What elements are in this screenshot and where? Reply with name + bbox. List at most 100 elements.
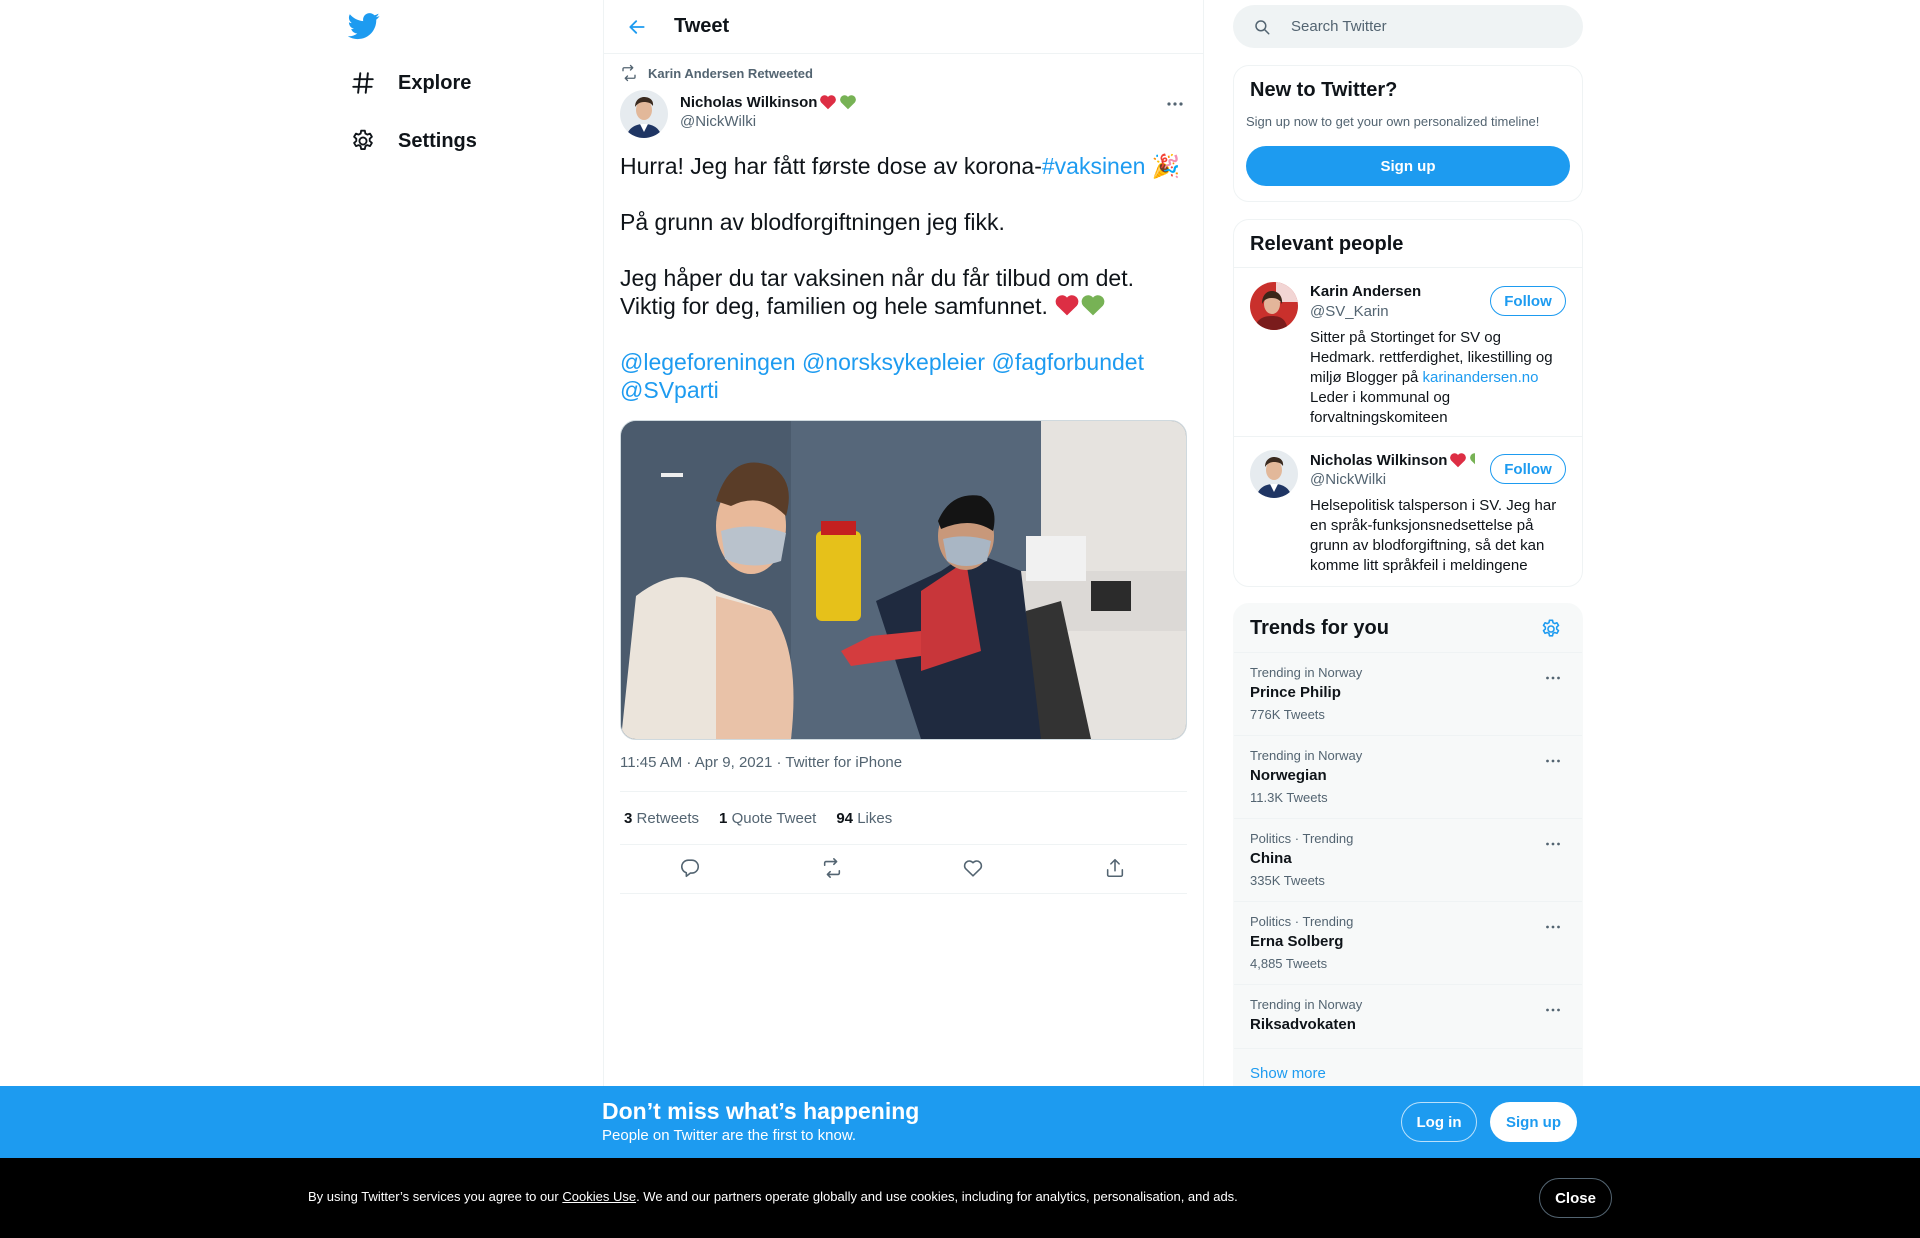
author-name-text: Nicholas Wilkinson: [680, 93, 818, 111]
person-bio: Helsepolitisk talsperson i SV. Jeg har e…: [1310, 497, 1557, 574]
heart-icon: [962, 857, 986, 879]
twitter-logo-icon[interactable]: [348, 10, 380, 42]
likes-label: Likes: [857, 809, 893, 827]
retweet-button[interactable]: [821, 857, 845, 881]
retweets-stat[interactable]: 3 Retweets: [624, 810, 699, 827]
share-button[interactable]: [1104, 857, 1128, 881]
divider: [1234, 436, 1582, 437]
trend-item[interactable]: Politics · Trending China 335K Tweets: [1234, 818, 1582, 901]
trend-item[interactable]: Trending in Norway Norwegian 11.3K Tweet…: [1234, 735, 1582, 818]
trend-count: 4,885 Tweets: [1250, 956, 1328, 971]
tweet-actions: [620, 845, 1187, 894]
tweet-photo[interactable]: [620, 420, 1187, 740]
tweet-header: Tweet: [604, 0, 1203, 54]
log-in-button[interactable]: Log in: [1401, 1102, 1477, 1142]
party-popper-emoji: 🎉: [1151, 153, 1181, 179]
nav-explore[interactable]: Explore: [350, 63, 471, 103]
ellipsis-icon: [1542, 916, 1564, 938]
banner-subtitle: People on Twitter are the first to know.: [602, 1127, 857, 1144]
hashtag-link[interactable]: #vaksinen: [1042, 153, 1146, 179]
ellipsis-icon: [1163, 92, 1187, 116]
ellipsis-icon: [1542, 667, 1564, 689]
trend-count: 335K Tweets: [1250, 873, 1325, 888]
new-to-twitter-subtitle: Sign up now to get your own personalized…: [1246, 114, 1540, 129]
mention-link[interactable]: @fagforbundet: [991, 349, 1144, 375]
likes-count: 94: [836, 809, 854, 827]
tweet-line-3-4: Jeg håper du tar vaksinen når du får til…: [620, 264, 1187, 320]
trend-more-button[interactable]: [1542, 667, 1564, 689]
nav-explore-label: Explore: [398, 71, 472, 94]
red-heart-icon: [819, 93, 837, 111]
trend-item[interactable]: Trending in Norway Prince Philip 776K Tw…: [1234, 652, 1582, 735]
avatar[interactable]: [1250, 282, 1298, 330]
trend-item[interactable]: Politics · Trending Erna Solberg 4,885 T…: [1234, 901, 1582, 984]
green-heart-icon: [839, 93, 857, 111]
sign-up-button[interactable]: Sign up: [1246, 146, 1570, 186]
search-input[interactable]: [1289, 17, 1563, 36]
author-handle[interactable]: @NickWilki: [680, 113, 756, 130]
trend-name: Prince Philip: [1250, 684, 1341, 701]
tweet-stats: 3 Retweets 1 Quote Tweet 94 Likes: [620, 791, 1187, 845]
trend-name: Erna Solberg: [1250, 933, 1344, 950]
like-button[interactable]: [962, 857, 986, 881]
red-heart-icon: [1449, 451, 1467, 469]
close-button[interactable]: Close: [1539, 1178, 1612, 1218]
search-box[interactable]: [1233, 5, 1583, 48]
trend-more-button[interactable]: [1542, 833, 1564, 855]
retweeted-by-label: Karin Andersen Retweeted: [648, 65, 813, 81]
follow-button[interactable]: Follow: [1490, 454, 1566, 484]
nav-settings[interactable]: Settings: [350, 121, 477, 161]
cookie-text-post: . We and our partners operate globally a…: [636, 1189, 1238, 1204]
trends-settings-button[interactable]: [1540, 618, 1562, 640]
show-more-link[interactable]: Show more: [1250, 1065, 1326, 1082]
ellipsis-icon: [1542, 750, 1564, 772]
avatar[interactable]: [1250, 450, 1298, 498]
new-to-twitter-title: New to Twitter?: [1250, 79, 1398, 101]
arrow-left-icon: [627, 17, 647, 37]
nav-settings-label: Settings: [398, 129, 477, 152]
avatar[interactable]: [620, 90, 668, 138]
author-name[interactable]: Nicholas Wilkinson: [680, 93, 857, 111]
reply-icon: [679, 857, 703, 879]
trends-title: Trends for you: [1250, 617, 1389, 639]
retweets-label: Retweets: [636, 809, 700, 827]
trends-card: Trends for you Trending in Norway Prince…: [1233, 603, 1583, 1115]
bio-link[interactable]: karinandersen.no: [1423, 369, 1539, 386]
person-name: Karin Andersen: [1310, 283, 1422, 300]
likes-stat[interactable]: 94 Likes: [836, 810, 892, 827]
tweet-timestamp[interactable]: 11:45 AM · Apr 9, 2021 · Twitter for iPh…: [620, 754, 902, 771]
new-to-twitter-card: New to Twitter? Sign up now to get your …: [1233, 65, 1583, 202]
search-icon: [1253, 18, 1271, 36]
banner-title: Don’t miss what’s happening: [602, 1098, 920, 1124]
more-options-button[interactable]: [1163, 92, 1187, 116]
quotes-count: 1: [719, 809, 728, 827]
tweet-line-1: Hurra! Jeg har fått første dose av koron…: [620, 152, 1187, 180]
trend-more-button[interactable]: [1542, 999, 1564, 1021]
relevant-people-card: Relevant people Karin Andersen @SV_Karin…: [1233, 219, 1583, 587]
quotes-stat[interactable]: 1 Quote Tweet: [719, 810, 816, 827]
tweet-line-2: På grunn av blodforgiftningen jeg fikk.: [620, 209, 1005, 235]
reply-button[interactable]: [679, 857, 703, 881]
follow-button[interactable]: Follow: [1490, 286, 1566, 316]
tweet-column: Tweet Karin Andersen Retweeted Nicholas …: [603, 0, 1204, 1238]
cookies-use-link[interactable]: Cookies Use: [562, 1189, 636, 1204]
back-button[interactable]: [620, 10, 654, 44]
ellipsis-icon: [1542, 999, 1564, 1021]
signup-banner: Don’t miss what’s happening People on Tw…: [0, 1086, 1920, 1158]
sign-up-button[interactable]: Sign up: [1490, 1102, 1577, 1142]
trend-name: Riksadvokaten: [1250, 1016, 1356, 1033]
cookie-banner: By using Twitter’s services you agree to…: [0, 1158, 1920, 1238]
gear-icon: [1540, 618, 1562, 640]
trend-more-button[interactable]: [1542, 750, 1564, 772]
trend-name: Norwegian: [1250, 767, 1327, 784]
mention-link[interactable]: @norsksykepleier: [802, 349, 985, 375]
trend-item[interactable]: Trending in Norway Riksadvokaten: [1234, 984, 1582, 1049]
person-name: Nicholas Wilkinson: [1310, 451, 1475, 469]
mention-link[interactable]: @legeforeningen: [620, 349, 796, 375]
trend-name: China: [1250, 850, 1292, 867]
mention-link[interactable]: @SVparti: [620, 377, 719, 403]
hashtag-icon: [350, 70, 376, 96]
retweeted-by[interactable]: Karin Andersen Retweeted: [620, 64, 813, 82]
trend-more-button[interactable]: [1542, 916, 1564, 938]
person-handle: @SV_Karin: [1310, 303, 1389, 320]
